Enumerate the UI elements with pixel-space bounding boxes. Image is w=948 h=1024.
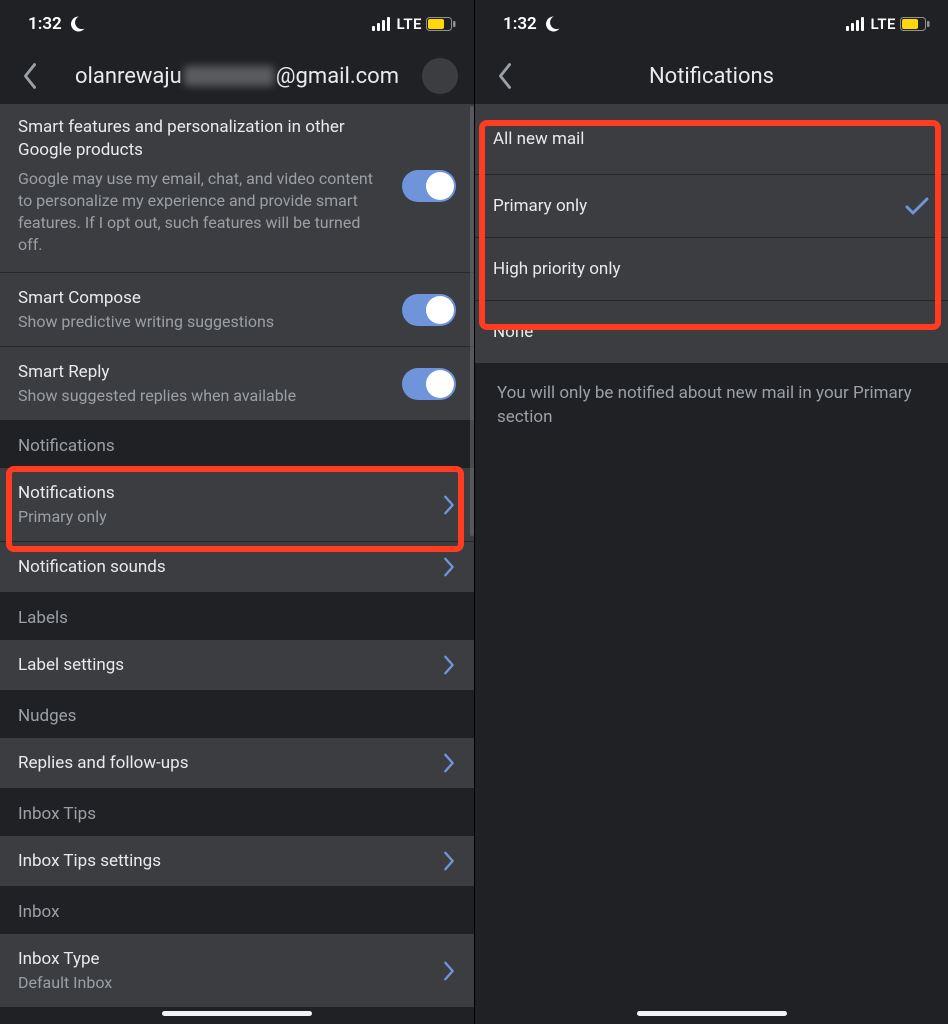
unknown-badge — [422, 58, 458, 94]
battery-icon — [900, 17, 930, 31]
row-title: Inbox Type — [18, 948, 432, 970]
nav-title-prefix: olanrewaju — [75, 64, 182, 89]
status-bar: 1:32 LTE — [475, 0, 948, 48]
section-notifications-header: Notifications — [0, 420, 474, 468]
smart-reply-toggle[interactable] — [402, 368, 456, 400]
settings-account-screen: 1:32 LTE — [0, 0, 474, 1024]
row-title: Smart Reply — [18, 361, 392, 383]
option-all-new-mail[interactable]: All new mail — [475, 104, 948, 174]
row-title: Smart Compose — [18, 287, 392, 309]
battery-icon — [426, 17, 456, 31]
chevron-right-icon — [442, 654, 456, 676]
checkmark-icon — [904, 196, 930, 216]
nav-title-suffix: @gmail.com — [276, 64, 399, 89]
option-high-priority-only[interactable]: High priority only — [475, 237, 948, 300]
settings-list[interactable]: Smart features and personalization in ot… — [0, 104, 474, 1024]
notifications-options-screen: 1:32 LTE — [474, 0, 948, 1024]
cell-signal-icon — [372, 17, 392, 31]
back-button[interactable] — [487, 58, 523, 94]
redacted-segment — [184, 66, 274, 86]
chevron-left-icon — [22, 62, 38, 90]
chevron-right-icon — [442, 850, 456, 872]
do-not-disturb-icon — [68, 15, 86, 33]
back-button[interactable] — [12, 58, 48, 94]
chevron-right-icon — [442, 960, 456, 982]
row-subtitle: Show predictive writing suggestions — [18, 311, 392, 332]
chevron-left-icon — [497, 62, 513, 90]
nav-title: Notifications — [649, 64, 774, 89]
chevron-right-icon — [442, 494, 456, 516]
status-bar: 1:32 LTE — [0, 0, 474, 48]
row-title: Smart features and personalization in ot… — [18, 116, 388, 162]
row-title: Replies and follow-ups — [18, 752, 432, 774]
row-title: Notification sounds — [18, 556, 432, 578]
row-title: Label settings — [18, 654, 432, 676]
status-time: 1:32 — [28, 14, 62, 34]
smart-compose-row[interactable]: Smart Compose Show predictive writing su… — [0, 272, 474, 346]
label-settings-row[interactable]: Label settings — [0, 640, 474, 690]
section-inbox-header: Inbox — [0, 886, 474, 934]
inbox-tips-settings-row[interactable]: Inbox Tips settings — [0, 836, 474, 886]
smart-reply-row[interactable]: Smart Reply Show suggested replies when … — [0, 346, 474, 420]
replies-followups-row[interactable]: Replies and follow-ups — [0, 738, 474, 788]
row-subtitle: Primary only — [18, 506, 432, 527]
option-primary-only[interactable]: Primary only — [475, 174, 948, 237]
status-time: 1:32 — [503, 14, 537, 34]
row-subtitle: Show suggested replies when available — [18, 385, 392, 406]
nav-bar: Notifications — [475, 48, 948, 104]
section-nudges-header: Nudges — [0, 690, 474, 738]
row-description: Google may use my email, chat, and video… — [18, 168, 388, 256]
nav-bar: olanrewaju @gmail.com — [0, 48, 474, 104]
notifications-row[interactable]: Notifications Primary only — [0, 468, 474, 541]
inbox-type-row[interactable]: Inbox Type Default Inbox — [0, 934, 474, 1007]
option-none[interactable]: None — [475, 300, 948, 363]
row-subtitle: Default Inbox — [18, 972, 432, 993]
option-label: High priority only — [493, 258, 930, 280]
network-type-label: LTE — [396, 15, 422, 33]
smart-personalization-row[interactable]: Smart features and personalization in ot… — [0, 104, 474, 272]
notification-options-list: All new mail Primary only High priority … — [475, 104, 948, 1024]
row-title: Inbox Tips settings — [18, 850, 432, 872]
row-title: Notifications — [18, 482, 432, 504]
option-label: All new mail — [493, 128, 930, 150]
smart-compose-toggle[interactable] — [402, 294, 456, 326]
notification-sounds-row[interactable]: Notification sounds — [0, 541, 474, 592]
option-label: None — [493, 321, 930, 343]
chevron-right-icon — [442, 556, 456, 578]
section-labels-header: Labels — [0, 592, 474, 640]
home-indicator[interactable] — [162, 1011, 312, 1016]
cell-signal-icon — [846, 17, 866, 31]
chevron-right-icon — [442, 752, 456, 774]
section-inbox-tips-header: Inbox Tips — [0, 788, 474, 836]
home-indicator[interactable] — [637, 1011, 787, 1016]
network-type-label: LTE — [870, 15, 896, 33]
smart-personalization-toggle[interactable] — [402, 170, 456, 202]
do-not-disturb-icon — [543, 15, 561, 33]
notifications-footer-note: You will only be notified about new mail… — [475, 363, 948, 447]
option-label: Primary only — [493, 195, 894, 217]
